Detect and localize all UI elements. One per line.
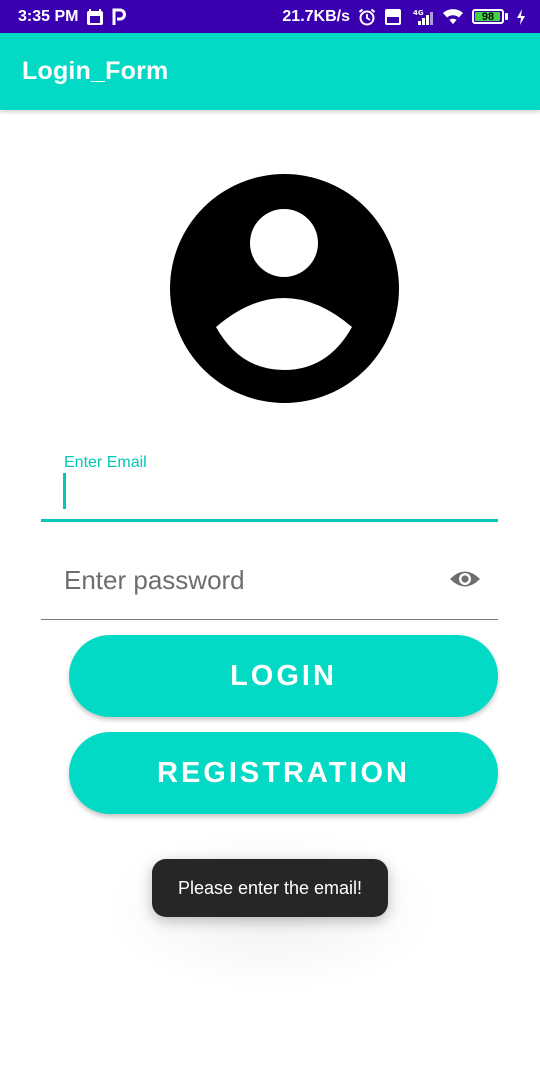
email-field[interactable]: Enter Email (41, 448, 498, 523)
registration-button[interactable]: REGISTRATION (69, 732, 498, 814)
battery-level: 98 (481, 10, 495, 23)
status-bar: 3:35 PM 21.7KB/s 4G 98 (0, 0, 540, 33)
toast-message: Please enter the email! (152, 859, 388, 917)
email-input[interactable] (64, 474, 484, 510)
status-left: 3:35 PM (18, 7, 127, 26)
email-underline (41, 519, 498, 522)
password-input[interactable] (64, 560, 434, 600)
email-label: Enter Email (64, 454, 147, 471)
volte-icon (384, 8, 402, 26)
battery-icon: 98 (472, 9, 508, 24)
eye-icon[interactable] (448, 564, 482, 594)
password-field[interactable] (41, 545, 498, 622)
app-bar: Login_Form (0, 33, 540, 110)
calendar-icon (86, 8, 104, 26)
status-right: 21.7KB/s 4G 98 (282, 8, 526, 26)
signal-icon: 4G (410, 8, 434, 26)
account-circle-icon (170, 174, 399, 403)
network-type: 4G (413, 9, 424, 17)
password-underline (41, 619, 498, 620)
charging-icon (516, 8, 526, 26)
p-app-icon (112, 8, 127, 26)
wifi-icon (442, 8, 464, 26)
status-time: 3:35 PM (18, 7, 79, 25)
alarm-icon (358, 8, 376, 26)
text-caret (63, 473, 66, 509)
network-speed: 21.7KB/s (282, 7, 350, 25)
login-button[interactable]: LOGIN (69, 635, 498, 717)
app-title: Login_Form (22, 57, 169, 85)
